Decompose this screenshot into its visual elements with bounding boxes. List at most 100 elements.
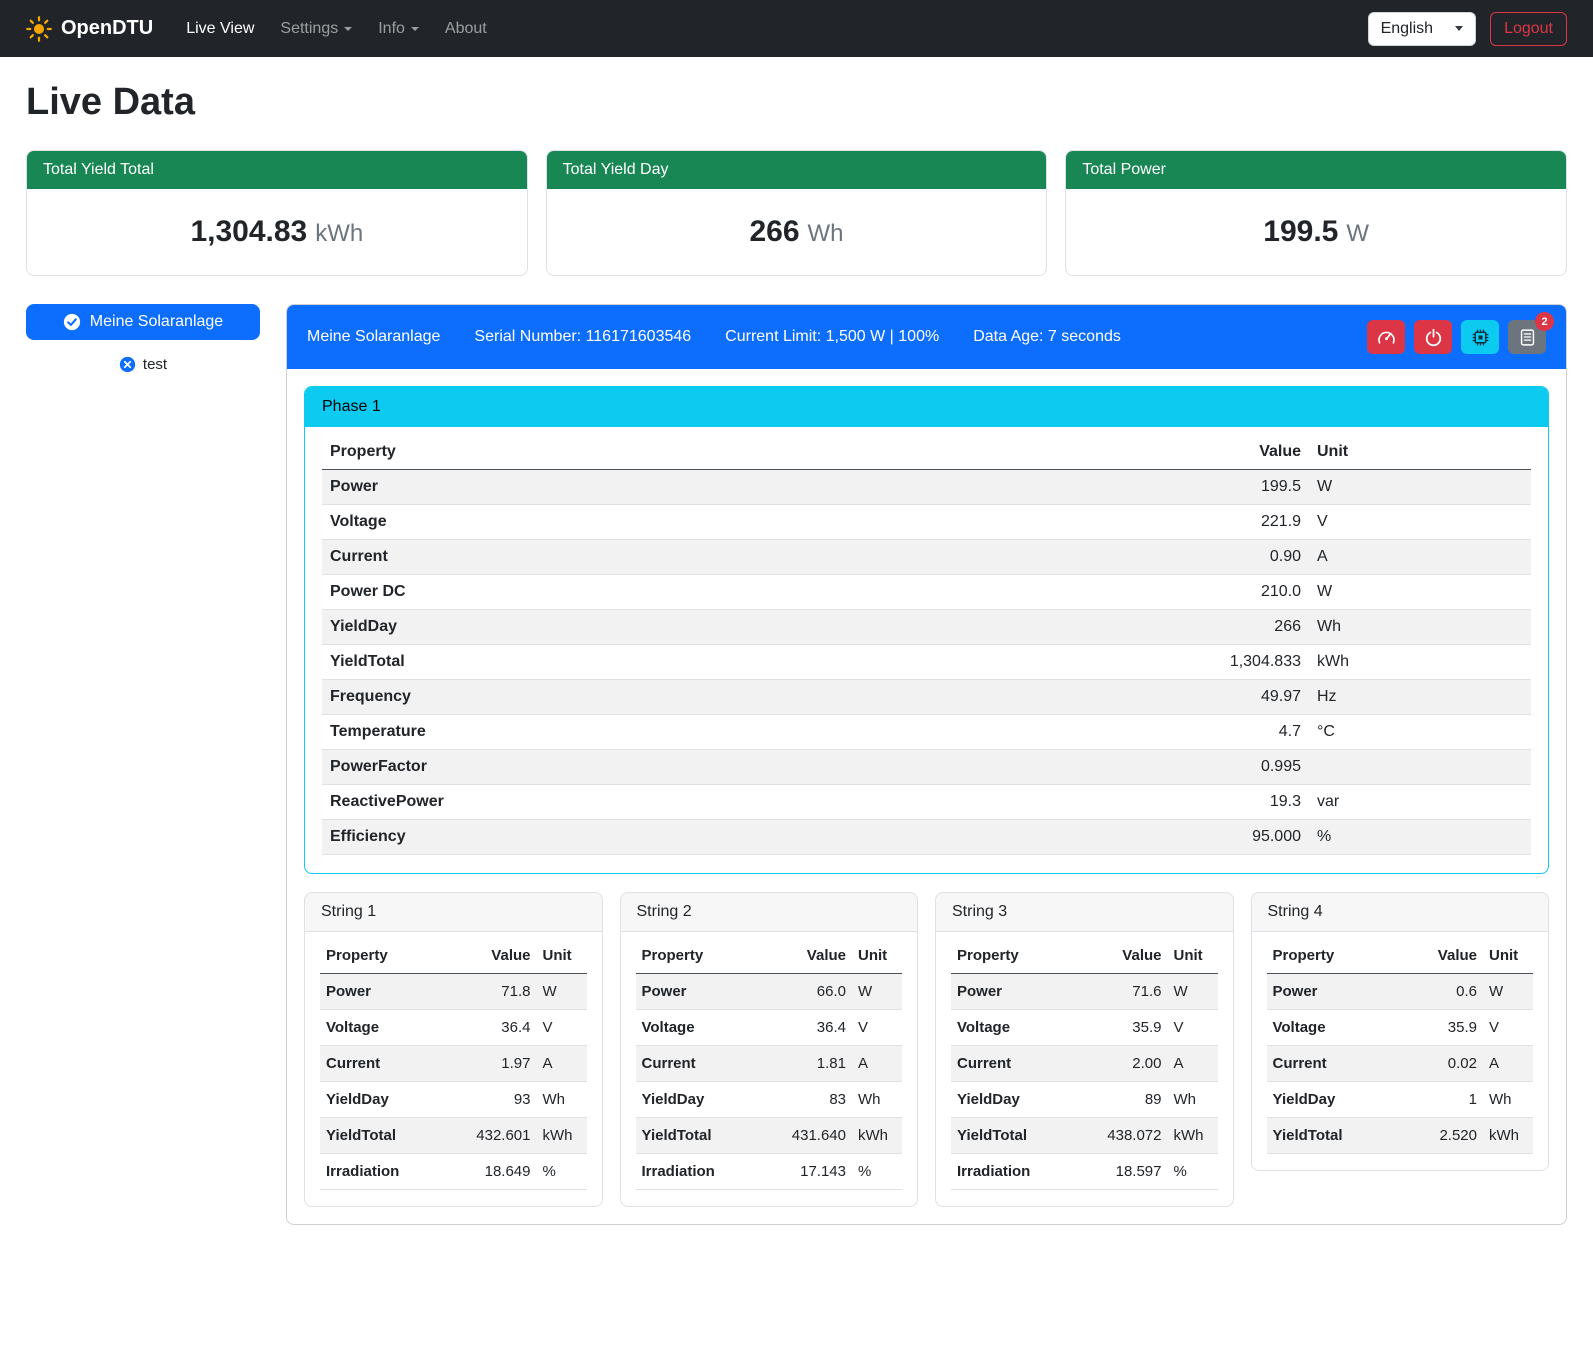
- table-row: YieldTotal2.520kWh: [1267, 1118, 1534, 1154]
- nav-item-about[interactable]: About: [432, 12, 500, 46]
- table-header-row: Property Value Unit: [636, 938, 903, 974]
- unit-cell: W: [1309, 470, 1531, 505]
- column-header-property: Property: [322, 435, 1197, 470]
- value-cell: 35.9: [1096, 1010, 1168, 1046]
- logout-button[interactable]: Logout: [1490, 12, 1567, 46]
- table-row: YieldTotal432.601kWh: [320, 1118, 587, 1154]
- table-row: Power66.0W: [636, 974, 903, 1010]
- table-row: Power71.8W: [320, 974, 587, 1010]
- column-header-property: Property: [320, 938, 465, 974]
- property-cell: Irradiation: [951, 1154, 1096, 1190]
- property-cell: Current: [951, 1046, 1096, 1082]
- property-cell: Frequency: [322, 680, 1197, 715]
- power-button[interactable]: [1414, 320, 1452, 354]
- phase-card-title: Phase 1: [305, 387, 1548, 427]
- unit-cell: %: [1309, 820, 1531, 855]
- unit-cell: kWh: [537, 1118, 587, 1154]
- table-row: Irradiation18.649%: [320, 1154, 587, 1190]
- value-cell: 0.90: [1197, 540, 1309, 575]
- string-card-title: String 2: [621, 893, 918, 932]
- string-card-title: String 1: [305, 893, 602, 932]
- unit-cell: %: [1168, 1154, 1218, 1190]
- strings-grid: String 1 Property Value Unit: [304, 892, 1549, 1207]
- unit-cell: [1309, 750, 1531, 785]
- nav-item-settings-label: Settings: [280, 20, 338, 37]
- nav-item-settings[interactable]: Settings: [267, 12, 365, 46]
- value-cell: 35.9: [1411, 1010, 1483, 1046]
- property-cell: YieldDay: [320, 1082, 465, 1118]
- value-cell: 83: [780, 1082, 852, 1118]
- unit-cell: %: [852, 1154, 902, 1190]
- event-count-badge: 2: [1535, 312, 1554, 331]
- value-cell: 89: [1096, 1082, 1168, 1118]
- nav-item-info[interactable]: Info: [365, 12, 432, 46]
- string-2-table: Property Value Unit Power66.0WVoltage36.…: [636, 938, 903, 1190]
- value-cell: 93: [465, 1082, 537, 1118]
- unit-cell: Wh: [1168, 1082, 1218, 1118]
- table-row: Efficiency95.000%: [322, 820, 1531, 855]
- inverter-name: Meine Solaranlage: [307, 328, 440, 346]
- event-log-button[interactable]: 2: [1508, 320, 1546, 354]
- unit-cell: A: [1309, 540, 1531, 575]
- property-cell: Current: [320, 1046, 465, 1082]
- table-row: Voltage36.4V: [636, 1010, 903, 1046]
- navbar-right: English Logout: [1368, 12, 1567, 46]
- property-cell: Current: [322, 540, 1197, 575]
- property-cell: YieldDay: [951, 1082, 1096, 1118]
- string-2-card: String 2 Property Value Unit: [620, 892, 919, 1207]
- inverter-select-button-active[interactable]: Meine Solaranlage: [26, 304, 260, 340]
- table-header-row: Property Value Unit: [320, 938, 587, 974]
- value-cell: 210.0: [1197, 575, 1309, 610]
- limit-settings-button[interactable]: [1367, 320, 1405, 354]
- table-row: Power DC210.0W: [322, 575, 1531, 610]
- table-row: YieldDay89Wh: [951, 1082, 1218, 1118]
- table-header-row: Property Value Unit: [322, 435, 1531, 470]
- total-yield-total-unit: kWh: [315, 220, 363, 247]
- inverter-select-item-test[interactable]: test: [26, 356, 260, 373]
- unit-cell: var: [1309, 785, 1531, 820]
- value-cell: 49.97: [1197, 680, 1309, 715]
- table-header-row: Property Value Unit: [951, 938, 1218, 974]
- nav-item-live-view[interactable]: Live View: [173, 12, 267, 46]
- value-cell: 221.9: [1197, 505, 1309, 540]
- table-row: Power71.6W: [951, 974, 1218, 1010]
- string-card-title: String 3: [936, 893, 1233, 932]
- phase-table: Property Value Unit Power199.5WVoltage22…: [322, 435, 1531, 855]
- value-cell: 1.81: [780, 1046, 852, 1082]
- phase-card: Phase 1 Property Value Unit Power199.5WV…: [304, 386, 1549, 874]
- table-row: YieldDay93Wh: [320, 1082, 587, 1118]
- unit-cell: Hz: [1309, 680, 1531, 715]
- language-select[interactable]: English: [1368, 12, 1476, 46]
- total-yield-total-card: Total Yield Total 1,304.83kWh: [26, 150, 528, 276]
- journal-icon: [1518, 328, 1537, 347]
- property-cell: Current: [1267, 1046, 1412, 1082]
- property-cell: YieldDay: [322, 610, 1197, 645]
- table-row: YieldDay1Wh: [1267, 1082, 1534, 1118]
- value-cell: 71.8: [465, 974, 537, 1010]
- value-cell: 0.02: [1411, 1046, 1483, 1082]
- property-cell: Voltage: [636, 1010, 781, 1046]
- brand[interactable]: OpenDTU: [26, 16, 153, 42]
- value-cell: 71.6: [1096, 974, 1168, 1010]
- property-cell: ReactivePower: [322, 785, 1197, 820]
- column-header-unit: Unit: [537, 938, 587, 974]
- unit-cell: V: [537, 1010, 587, 1046]
- unit-cell: V: [1168, 1010, 1218, 1046]
- chevron-down-icon: [411, 27, 419, 31]
- device-info-button[interactable]: [1461, 320, 1499, 354]
- check-circle-icon: [63, 313, 81, 331]
- card-title: Total Yield Total: [27, 151, 527, 189]
- value-cell: 199.5: [1197, 470, 1309, 505]
- column-header-property: Property: [951, 938, 1096, 974]
- x-circle-icon: [119, 356, 136, 373]
- table-row: Frequency49.97Hz: [322, 680, 1531, 715]
- inverter-data-age: Data Age: 7 seconds: [973, 328, 1121, 346]
- unit-cell: V: [1309, 505, 1531, 540]
- table-row: Power0.6W: [1267, 974, 1534, 1010]
- nav-item-info-label: Info: [378, 20, 405, 37]
- sun-logo-icon: [26, 16, 52, 42]
- value-cell: 4.7: [1197, 715, 1309, 750]
- string-3-card: String 3 Property Value Unit: [935, 892, 1234, 1207]
- unit-cell: kWh: [1168, 1118, 1218, 1154]
- table-row: YieldDay266Wh: [322, 610, 1531, 645]
